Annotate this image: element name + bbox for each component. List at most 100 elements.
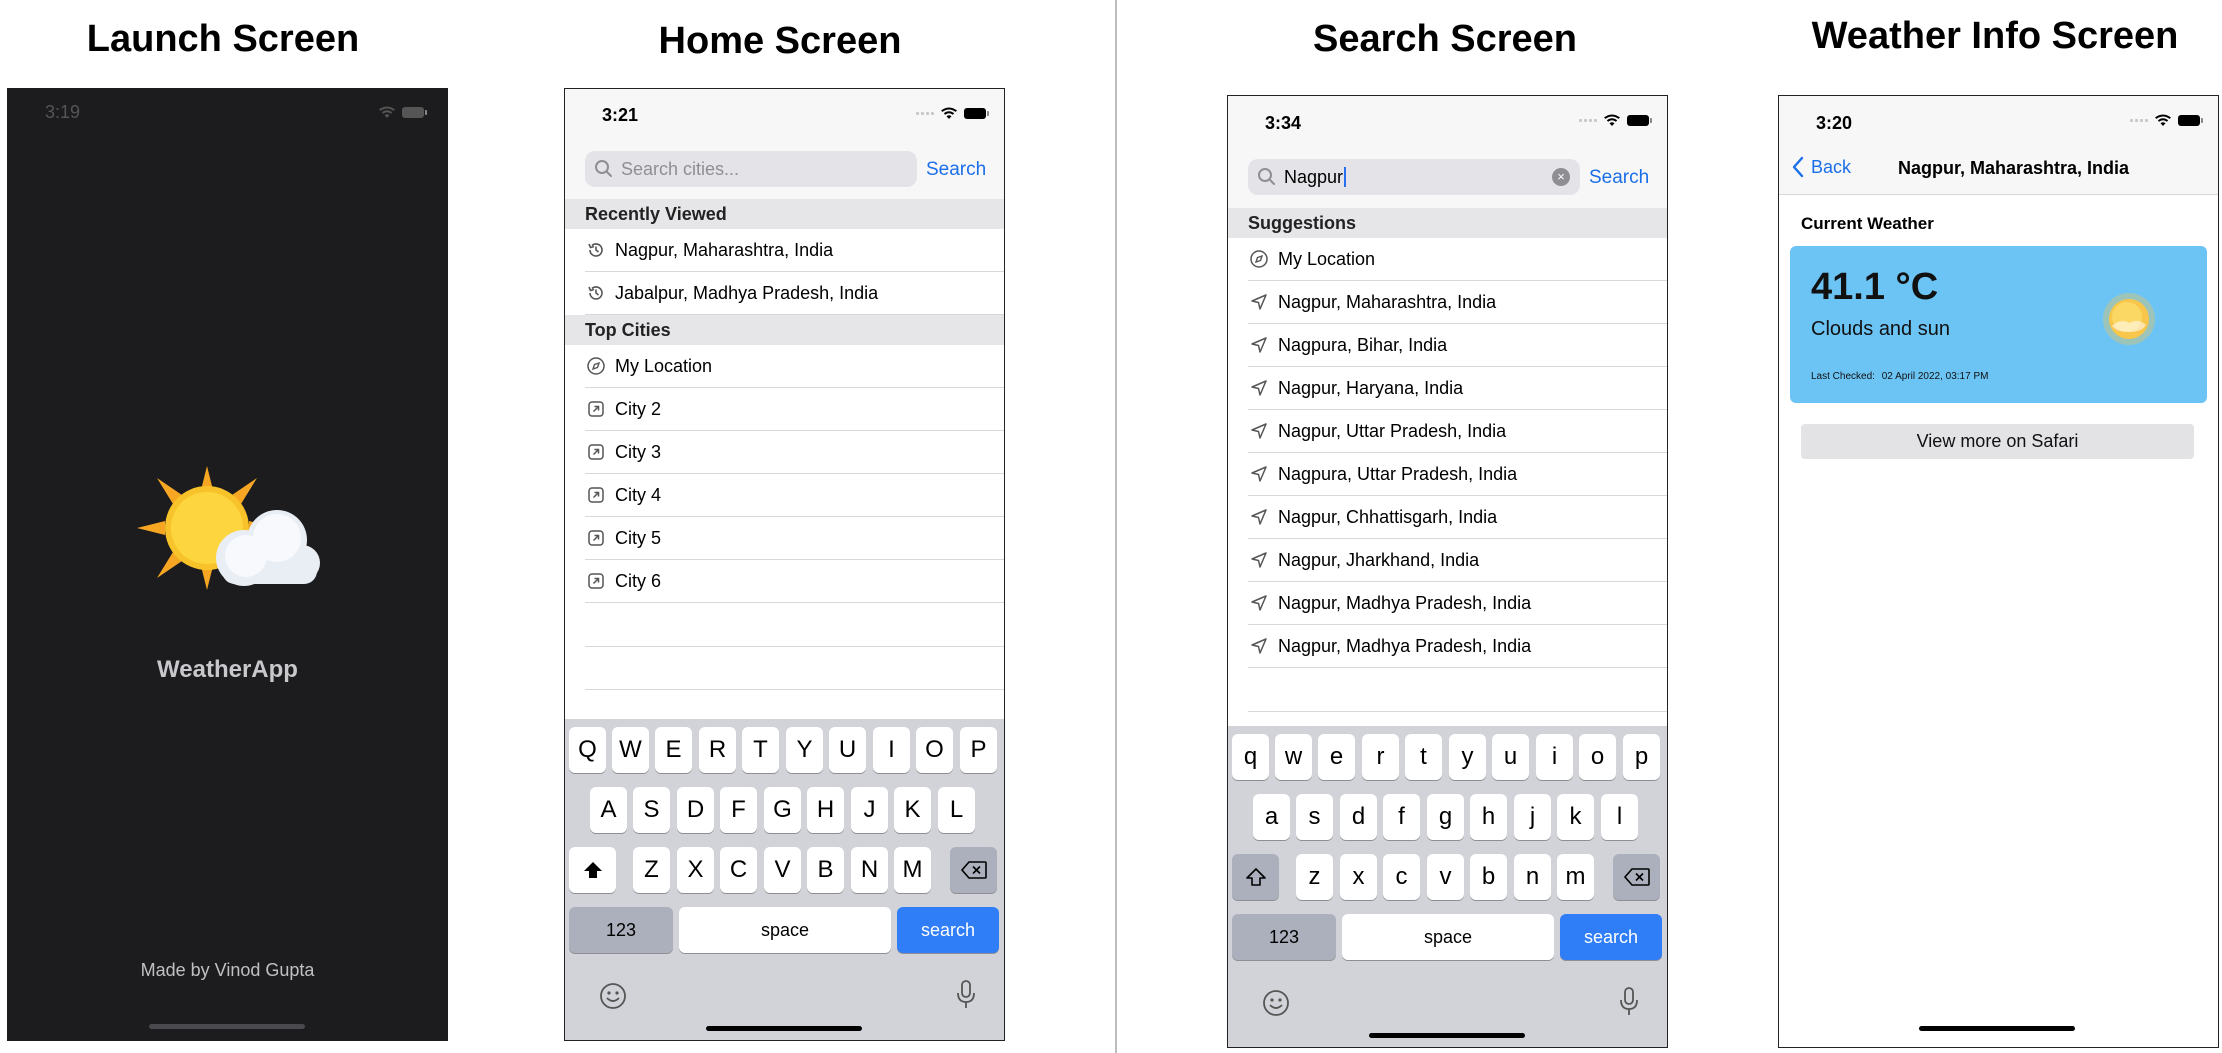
suggestion-item[interactable]: Nagpur, Madhya Pradesh, India: [1248, 625, 1667, 668]
search-key[interactable]: search: [897, 907, 999, 953]
key[interactable]: Q: [569, 727, 606, 773]
home-indicator: [149, 1024, 305, 1029]
key[interactable]: q: [1232, 734, 1269, 780]
key[interactable]: o: [1579, 734, 1616, 780]
key[interactable]: E: [655, 727, 692, 773]
key[interactable]: N: [851, 847, 888, 893]
key[interactable]: v: [1427, 854, 1464, 900]
key[interactable]: l: [1601, 794, 1638, 840]
back-label: Back: [1811, 156, 1852, 177]
key[interactable]: r: [1362, 734, 1399, 780]
wifi-icon: [941, 107, 957, 119]
key[interactable]: B: [807, 847, 844, 893]
key[interactable]: b: [1470, 854, 1507, 900]
heading-launch-screen: Launch Screen: [86, 18, 360, 60]
key[interactable]: j: [1514, 794, 1551, 840]
key[interactable]: y: [1449, 734, 1486, 780]
suggestion-item[interactable]: Nagpura, Uttar Pradesh, India: [1248, 453, 1667, 496]
key[interactable]: k: [1557, 794, 1594, 840]
numbers-key[interactable]: 123: [569, 907, 673, 953]
suggestion-item[interactable]: Nagpur, Haryana, India: [1248, 367, 1667, 410]
back-button[interactable]: Back: [1791, 156, 1851, 178]
key[interactable]: a: [1253, 794, 1290, 840]
key[interactable]: O: [916, 727, 953, 773]
delete-key[interactable]: [1613, 854, 1660, 900]
search-input[interactable]: Nagpur ×: [1248, 159, 1580, 195]
microphone-icon[interactable]: [1618, 986, 1640, 1018]
signal-icon: [1579, 119, 1597, 122]
shift-key[interactable]: [1232, 854, 1279, 900]
suggestion-item[interactable]: Nagpura, Bihar, India: [1248, 324, 1667, 367]
list-item-my-location[interactable]: My Location: [585, 345, 1004, 388]
list-item-city[interactable]: City 2: [585, 388, 1004, 431]
key[interactable]: P: [960, 727, 997, 773]
key[interactable]: h: [1470, 794, 1507, 840]
key[interactable]: U: [829, 727, 866, 773]
shift-key[interactable]: [569, 847, 616, 893]
key[interactable]: w: [1275, 734, 1312, 780]
key[interactable]: M: [894, 847, 931, 893]
key[interactable]: C: [720, 847, 757, 893]
key[interactable]: g: [1427, 794, 1464, 840]
list-item-city[interactable]: City 5: [585, 517, 1004, 560]
suggestion-item[interactable]: Nagpur, Chhattisgarh, India: [1248, 496, 1667, 539]
key[interactable]: d: [1340, 794, 1377, 840]
key[interactable]: t: [1405, 734, 1442, 780]
space-key[interactable]: space: [1342, 914, 1554, 960]
list-item-city[interactable]: City 3: [585, 431, 1004, 474]
key[interactable]: c: [1383, 854, 1420, 900]
delete-key[interactable]: [950, 847, 997, 893]
key[interactable]: u: [1492, 734, 1529, 780]
list-item-label: City 5: [615, 527, 662, 548]
key[interactable]: X: [677, 847, 714, 893]
key[interactable]: s: [1296, 794, 1333, 840]
microphone-icon[interactable]: [955, 979, 977, 1011]
battery-icon: [402, 107, 427, 118]
key[interactable]: I: [873, 727, 910, 773]
key[interactable]: V: [764, 847, 801, 893]
search-button[interactable]: Search: [926, 159, 986, 181]
list-item-label: Jabalpur, Madhya Pradesh, India: [615, 282, 879, 303]
key[interactable]: G: [764, 787, 801, 833]
key[interactable]: f: [1383, 794, 1420, 840]
key[interactable]: D: [677, 787, 714, 833]
suggestion-item[interactable]: Nagpur, Uttar Pradesh, India: [1248, 410, 1667, 453]
key[interactable]: e: [1318, 734, 1355, 780]
emoji-icon[interactable]: [1261, 988, 1291, 1018]
list-item-recent[interactable]: Nagpur, Maharashtra, India: [585, 229, 1004, 272]
list-item-recent[interactable]: Jabalpur, Madhya Pradesh, India: [585, 272, 1004, 315]
key[interactable]: p: [1623, 734, 1660, 780]
key[interactable]: A: [590, 787, 627, 833]
key[interactable]: F: [720, 787, 757, 833]
clear-text-icon[interactable]: ×: [1552, 168, 1570, 186]
key[interactable]: m: [1557, 854, 1594, 900]
key[interactable]: K: [894, 787, 931, 833]
space-key[interactable]: space: [679, 907, 891, 953]
section-header-recently-viewed: Recently Viewed: [565, 199, 1004, 229]
key[interactable]: Z: [633, 847, 670, 893]
suggestion-my-location[interactable]: My Location: [1248, 238, 1667, 281]
view-on-safari-button[interactable]: View more on Safari: [1801, 424, 2194, 459]
search-key[interactable]: search: [1560, 914, 1662, 960]
key[interactable]: R: [699, 727, 736, 773]
suggestion-item[interactable]: Nagpur, Madhya Pradesh, India: [1248, 582, 1667, 625]
key[interactable]: T: [742, 727, 779, 773]
key[interactable]: Y: [786, 727, 823, 773]
key[interactable]: H: [807, 787, 844, 833]
key[interactable]: x: [1340, 854, 1377, 900]
suggestion-item[interactable]: Nagpur, Jharkhand, India: [1248, 539, 1667, 582]
search-button[interactable]: Search: [1589, 167, 1649, 189]
key[interactable]: z: [1296, 854, 1333, 900]
key[interactable]: S: [633, 787, 670, 833]
key[interactable]: i: [1536, 734, 1573, 780]
key[interactable]: n: [1514, 854, 1551, 900]
list-item-city[interactable]: City 6: [585, 560, 1004, 603]
emoji-icon[interactable]: [598, 981, 628, 1011]
list-item-city[interactable]: City 4: [585, 474, 1004, 517]
key[interactable]: L: [938, 787, 975, 833]
search-input[interactable]: Search cities...: [585, 151, 917, 187]
suggestion-item[interactable]: Nagpur, Maharashtra, India: [1248, 281, 1667, 324]
key[interactable]: W: [612, 727, 649, 773]
key[interactable]: J: [851, 787, 888, 833]
numbers-key[interactable]: 123: [1232, 914, 1336, 960]
